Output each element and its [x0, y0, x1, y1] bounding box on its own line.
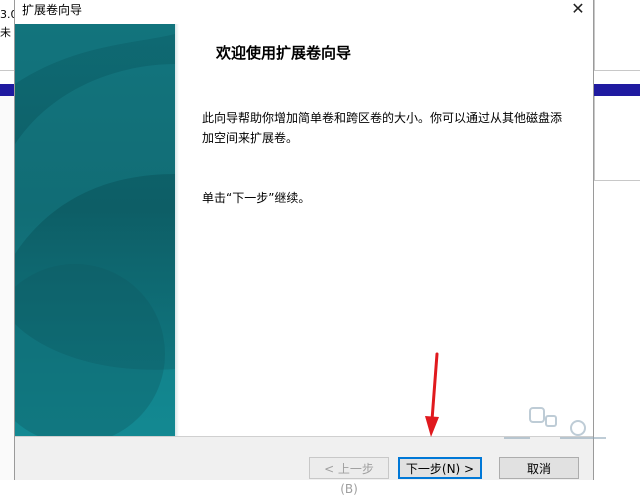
close-icon: ✕ [571, 0, 585, 18]
banner-edge [175, 24, 179, 436]
wizard-side-banner [15, 24, 175, 436]
background-right-box [594, 0, 640, 70]
next-button[interactable]: 下一步(N) > [398, 457, 482, 479]
background-left-strip [0, 96, 15, 480]
continue-hint: 单击“下一步”继续。 [202, 191, 311, 205]
title-bar[interactable]: 扩展卷向导 ✕ [15, 0, 593, 22]
background-right-box-2 [594, 96, 640, 181]
wizard-heading: 欢迎使用扩展卷向导 [216, 44, 352, 62]
cancel-button[interactable]: 取消 [499, 457, 579, 479]
background-text-line-2: 未 [0, 26, 11, 39]
window-title: 扩展卷向导 [22, 3, 83, 17]
wizard-description: 此向导帮助你增加简单卷和跨区卷的大小。你可以通过从其他磁盘添加空间来扩展卷。 [202, 111, 563, 145]
banner-wave-graphic [15, 24, 175, 436]
baidu-jingyan-watermark-icon [504, 407, 606, 439]
back-button[interactable]: < 上一步(B) [309, 457, 389, 496]
close-button[interactable]: ✕ [563, 0, 593, 20]
